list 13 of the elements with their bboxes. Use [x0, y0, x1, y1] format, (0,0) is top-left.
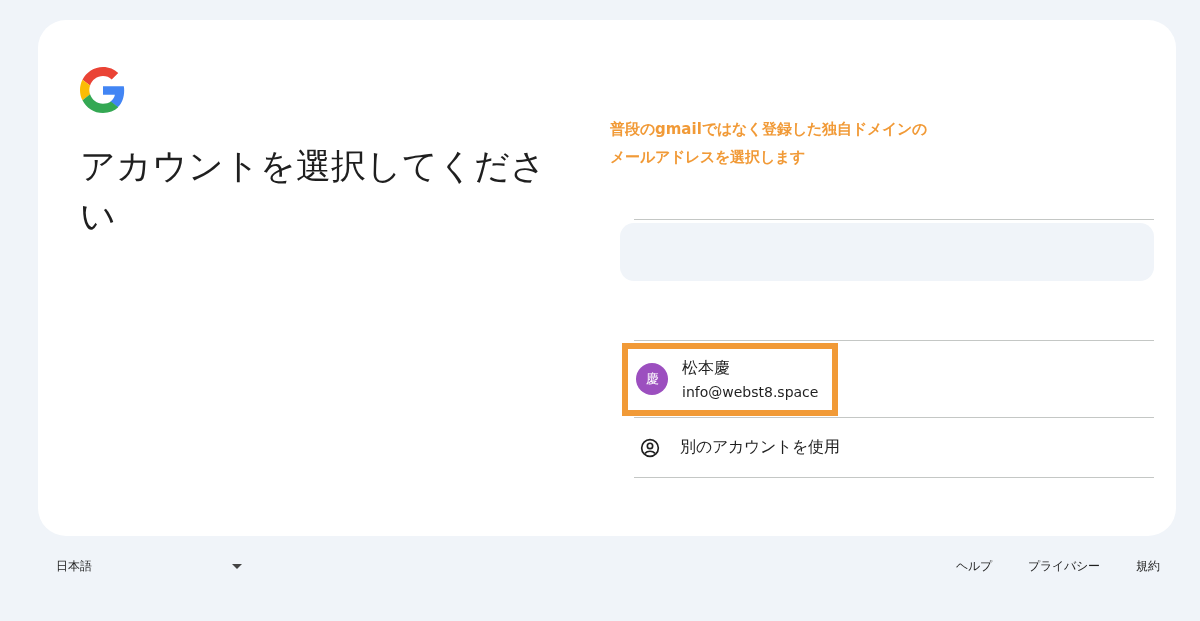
- account-circle-icon: [640, 437, 660, 458]
- page-title: アカウントを選択してください: [80, 145, 547, 238]
- footer-link[interactable]: ヘルプ: [956, 558, 992, 575]
- language-selector[interactable]: 日本語: [56, 558, 242, 575]
- account-name: 松本慶: [682, 356, 731, 379]
- footer-link[interactable]: プライバシー: [1028, 558, 1100, 575]
- account-email: info@webst8.space: [682, 382, 819, 402]
- g-logo-icon: [80, 67, 126, 113]
- account-item[interactable]: 慶 松本慶 info@webst8.space: [622, 342, 839, 416]
- footer-link[interactable]: 規約: [1136, 558, 1160, 575]
- avatar: 慶: [636, 363, 668, 395]
- other-account-item[interactable]: 別のアカウントを使用: [634, 418, 1154, 477]
- dropdown-caret-icon: [232, 564, 242, 569]
